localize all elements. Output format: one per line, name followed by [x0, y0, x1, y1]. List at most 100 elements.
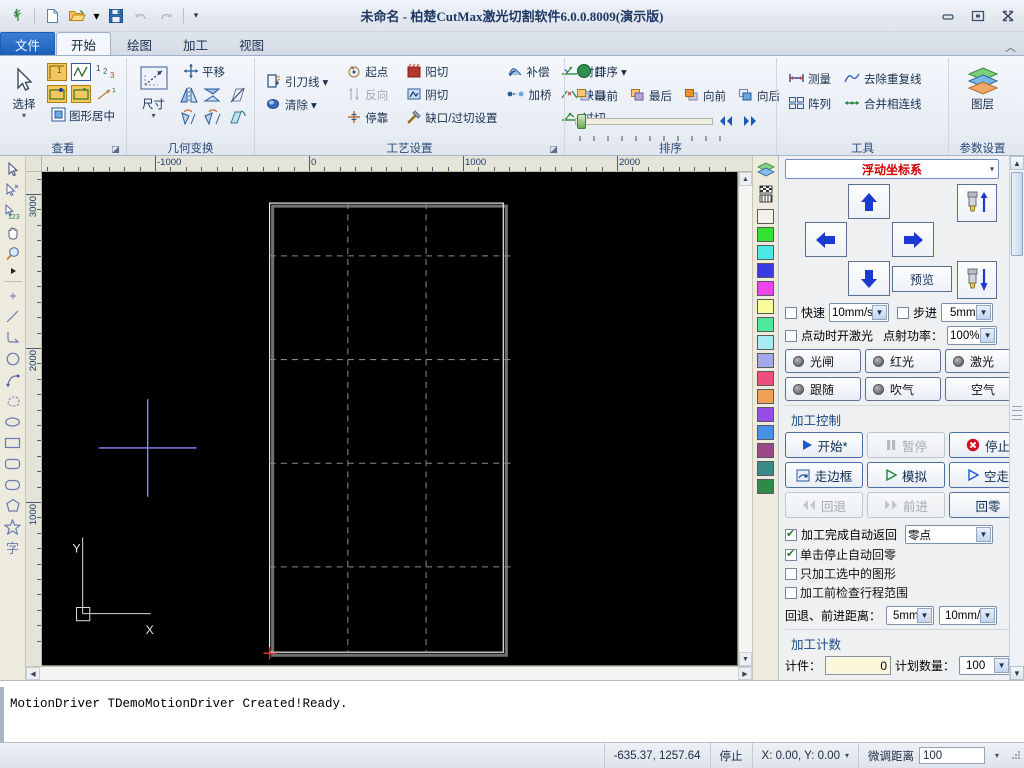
control-panel-scrollbar[interactable]: ▲ ▼ — [1009, 156, 1024, 680]
layers-button[interactable]: 图层 — [955, 61, 1010, 112]
horizontal-scroll-track[interactable] — [40, 667, 738, 680]
select-tool-caret[interactable]: ▾ — [22, 112, 26, 120]
process-dialog-launcher[interactable]: ◪ — [549, 145, 558, 154]
step-distance-combo[interactable]: 5mm ▼ — [941, 303, 994, 322]
new-file-icon[interactable] — [41, 5, 63, 27]
palette-chip[interactable] — [757, 353, 774, 368]
fast-checkbox[interactable] — [785, 306, 797, 319]
palette-chip[interactable] — [757, 317, 774, 332]
vertical-scroll-track[interactable] — [739, 186, 752, 652]
rotate-right-icon[interactable] — [202, 106, 224, 127]
step-distance-caret[interactable]: ▼ — [976, 305, 992, 320]
freehand-tool-icon[interactable] — [2, 390, 24, 411]
pan-hand-icon[interactable] — [2, 222, 24, 243]
dock-button[interactable]: 停靠 — [341, 107, 393, 129]
close-button[interactable] — [998, 7, 1018, 25]
size-tool-button[interactable]: 尺寸 ▾ — [133, 61, 174, 120]
palette-chip[interactable] — [757, 389, 774, 404]
tab-draw[interactable]: 绘图 — [112, 32, 167, 55]
coordinate-system-combo[interactable]: 浮动坐标系 ▾ — [785, 159, 999, 179]
select-count-icon[interactable]: 123 — [2, 201, 24, 222]
step-checkbox[interactable] — [897, 306, 910, 319]
selected-only-checkbox[interactable] — [785, 567, 797, 580]
node-edit-icon[interactable] — [2, 180, 24, 201]
canvas-vertical-scrollbar[interactable]: ▲ ▼ — [738, 172, 752, 666]
point-tool-icon[interactable] — [2, 285, 24, 306]
scroll-up-button[interactable]: ▲ — [739, 172, 752, 186]
plan-count-caret[interactable]: ▼ — [994, 658, 1010, 673]
show-leadline-icon[interactable] — [70, 83, 92, 104]
ribbon-collapse-caret[interactable]: ︿ — [1005, 39, 1024, 55]
leadline-caret[interactable]: ▾ — [323, 75, 329, 89]
open-dropdown-caret[interactable]: ▾ — [91, 5, 102, 27]
move-forward-button[interactable]: 向前 — [679, 85, 731, 107]
star-tool-icon[interactable] — [2, 516, 24, 537]
rounded-rect-tool-icon[interactable] — [2, 453, 24, 474]
send-to-back-button[interactable]: 最后 — [625, 85, 677, 107]
simulate-button[interactable]: 模拟 — [867, 462, 945, 488]
drawing-canvas[interactable]: YX — [42, 172, 738, 666]
fast-speed-caret[interactable]: ▼ — [872, 305, 888, 320]
palette-chip[interactable] — [757, 227, 774, 242]
count-value-field[interactable]: 0 — [825, 656, 892, 675]
merge-connected-lines-button[interactable]: 合并相连线 — [838, 93, 927, 115]
polyline-tool-icon[interactable] — [2, 327, 24, 348]
vertical-ruler[interactable]: 1000 2000 3000 — [26, 172, 42, 666]
scroll-left-button[interactable]: ◀ — [26, 667, 40, 680]
polygon-tool-icon[interactable] — [2, 495, 24, 516]
return-point-combo[interactable]: 零点 ▼ — [905, 525, 994, 544]
oval-tool-icon[interactable] — [2, 474, 24, 495]
show-start-point-icon[interactable] — [46, 83, 68, 104]
auto-return-checkbox[interactable] — [785, 527, 797, 541]
redlight-toggle-button[interactable]: 红光 — [865, 349, 941, 373]
palette-chip[interactable] — [757, 479, 774, 494]
measure-button[interactable]: 测量 — [783, 68, 836, 90]
jog-down-button[interactable] — [848, 261, 890, 296]
blow-toggle-button[interactable]: 吹气 — [865, 377, 941, 401]
resize-grip-icon[interactable] — [1008, 749, 1024, 763]
customize-qat-caret[interactable]: ▾ — [190, 5, 202, 27]
checker-icon[interactable] — [755, 183, 777, 204]
save-icon[interactable] — [105, 5, 127, 27]
status-machine-position[interactable]: X: 0.00, Y: 0.00 ▾ — [751, 743, 858, 768]
array-button[interactable]: 阵列 — [783, 93, 836, 115]
scroll-right-button[interactable]: ▶ — [738, 667, 752, 680]
mirror-horizontal-icon[interactable] — [178, 84, 200, 105]
palette-chip[interactable] — [757, 335, 774, 350]
coordinate-system-caret[interactable]: ▾ — [990, 165, 994, 174]
play-caret-icon[interactable] — [2, 264, 24, 278]
inner-cut-button[interactable]: 阴切 — [401, 84, 502, 106]
view-dialog-launcher[interactable]: ◪ — [111, 145, 120, 154]
palette-chip[interactable] — [757, 371, 774, 386]
check-travel-checkbox[interactable] — [785, 586, 797, 599]
nozzle-up-button[interactable] — [957, 184, 997, 222]
text-tool-icon[interactable]: 字 — [2, 537, 24, 558]
show-order-number-icon[interactable]: 123 — [94, 61, 118, 82]
compensation-button[interactable]: 补偿 — [502, 61, 556, 83]
translate-button[interactable]: 平移 — [178, 61, 248, 83]
frame-button[interactable]: 走边框 — [785, 462, 863, 488]
jog-right-button[interactable] — [892, 222, 934, 257]
palette-chip[interactable] — [757, 299, 774, 314]
select-arrow-icon[interactable] — [2, 159, 24, 180]
horizontal-ruler[interactable]: -1000 0 1000 2000 — [42, 156, 738, 172]
align-icon[interactable] — [226, 106, 248, 127]
add-bridge-button[interactable]: 加桥 — [502, 84, 556, 106]
auto-home-checkbox[interactable] — [785, 547, 797, 561]
sort-button[interactable]: 排序 ▾ — [571, 61, 632, 83]
tab-start[interactable]: 开始 — [56, 32, 112, 55]
leadline-button[interactable]: 引刀线 ▾ — [261, 71, 333, 93]
bring-to-front-button[interactable]: 最前 — [571, 85, 623, 107]
size-tool-caret[interactable]: ▾ — [151, 112, 155, 120]
step-speed-caret[interactable]: ▼ — [980, 608, 996, 623]
palette-chip[interactable] — [757, 461, 774, 476]
jog-left-button[interactable] — [805, 222, 847, 257]
canvas-horizontal-scrollbar[interactable]: ◀ ▶ — [26, 666, 752, 680]
select-tool-button[interactable]: 选择 ▾ — [6, 61, 42, 120]
palette-chip[interactable] — [757, 245, 774, 260]
palette-chip[interactable] — [757, 209, 774, 224]
machine-position-caret[interactable]: ▾ — [845, 751, 849, 760]
gap-overcut-settings-button[interactable]: 缺口/过切设置 — [401, 107, 502, 129]
clear-button[interactable]: 清除 ▾ — [261, 94, 333, 116]
palette-chip[interactable] — [757, 263, 774, 278]
